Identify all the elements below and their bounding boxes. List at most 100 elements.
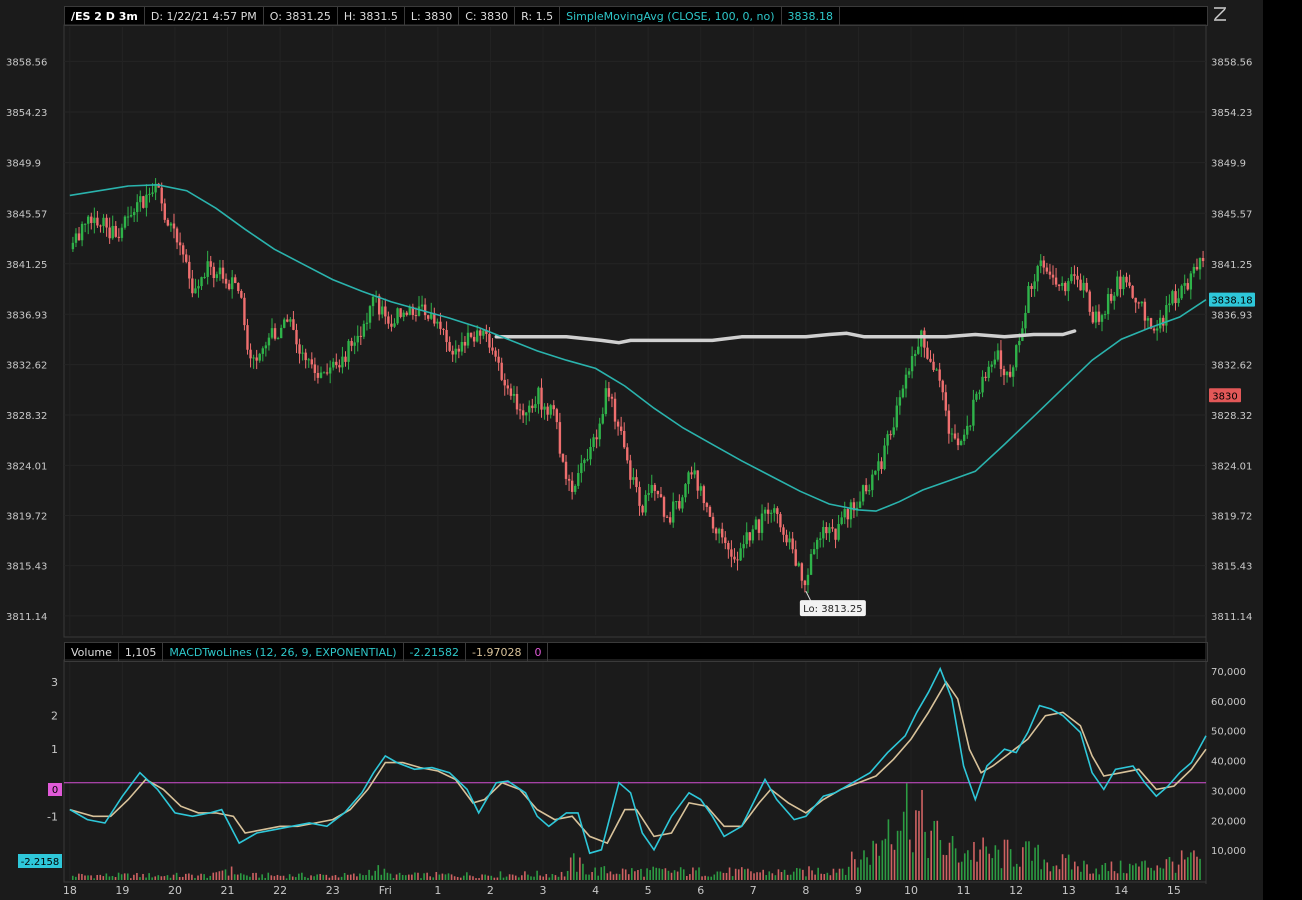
candle-body <box>163 203 166 220</box>
time-tick-label: 3 <box>539 884 546 897</box>
candle-body <box>188 261 191 279</box>
price-tick-label-left: 3854.23 <box>6 108 47 119</box>
candle-body <box>1027 286 1030 313</box>
volume-bar <box>722 872 725 880</box>
volume-bar <box>750 871 752 880</box>
volume-tick-label: 20,000 <box>1211 816 1246 827</box>
volume-bar <box>536 870 538 880</box>
candle-body <box>200 277 203 287</box>
candle-body <box>635 477 638 488</box>
low-callout: Lo: 3813.25 <box>799 590 866 617</box>
candle-body <box>295 329 298 345</box>
candle-body <box>531 405 534 409</box>
candle-body <box>521 410 525 416</box>
candle-body <box>895 405 898 428</box>
volume-bar <box>188 873 190 880</box>
volume-bar <box>389 873 392 880</box>
candle-body <box>215 274 219 279</box>
volume-bar <box>768 871 771 880</box>
volume-bar <box>661 869 664 880</box>
candle-body <box>874 470 877 475</box>
volume-bar <box>502 877 505 880</box>
volume-bar <box>579 857 581 880</box>
candle-body <box>849 502 853 520</box>
candle-body <box>947 410 951 434</box>
volume-tick-label: 40,000 <box>1211 757 1246 768</box>
current-macd-tag-text: -2.2158 <box>21 857 60 868</box>
zero-line-tag-text: 0 <box>52 785 58 796</box>
volume-bar <box>872 840 874 880</box>
volume-bar <box>539 875 541 880</box>
volume-bar <box>692 867 694 880</box>
volume-bar <box>832 868 835 880</box>
volume-bar <box>175 872 178 880</box>
candle-body <box>1079 279 1082 291</box>
candle-body <box>491 347 494 351</box>
volume-bar <box>982 837 984 880</box>
candle-body <box>999 350 1003 370</box>
candle-body <box>1131 285 1134 298</box>
time-tick-label: 8 <box>802 884 809 897</box>
volume-bar <box>1012 866 1015 880</box>
volume-bar <box>774 875 777 880</box>
candle-body <box>436 321 439 324</box>
volume-bar <box>1180 850 1183 880</box>
candle-body <box>742 544 745 549</box>
volume-bar <box>716 871 719 880</box>
volume-bar <box>615 873 618 880</box>
candle-body <box>623 431 626 448</box>
volume-bar <box>655 867 658 880</box>
candle-body <box>791 538 794 550</box>
price-tick-label-right: 3815.43 <box>1211 562 1252 573</box>
volume-bar <box>481 874 483 880</box>
candle-body <box>325 372 329 374</box>
candle-body <box>996 350 1000 360</box>
candle-body <box>788 538 791 543</box>
candle-body <box>178 242 182 246</box>
price-tick-label-right: 3819.72 <box>1211 512 1252 523</box>
volume-bar <box>1101 864 1104 880</box>
volume-bar <box>496 877 499 880</box>
volume-bar <box>719 871 722 880</box>
candle-body <box>482 330 485 336</box>
volume-bar <box>1165 859 1168 880</box>
volume-bar <box>1037 844 1039 880</box>
volume-bar <box>398 872 401 880</box>
candle-body <box>151 192 154 194</box>
candle-body <box>1152 328 1156 331</box>
volume-bar <box>624 869 627 880</box>
candle-body <box>809 554 813 575</box>
candle-body <box>871 474 874 491</box>
candle-body <box>546 406 549 415</box>
volume-bar <box>359 873 361 880</box>
candle-body <box>414 315 418 317</box>
candle-body <box>1033 281 1036 289</box>
volume-bar <box>411 874 413 880</box>
candle-body <box>1100 315 1104 322</box>
volume-bar <box>994 845 997 880</box>
candle-body <box>279 327 283 339</box>
volume-bar <box>737 869 740 880</box>
candle-body <box>448 342 451 351</box>
volume-bar <box>921 789 923 880</box>
volume-bar <box>942 854 945 880</box>
candle-body <box>218 267 222 275</box>
volume-bar <box>670 872 673 880</box>
candle-body <box>619 426 623 432</box>
candle-body <box>246 325 249 350</box>
volume-bar <box>337 877 340 880</box>
chart-canvas[interactable]: 3811.14 3811.14 3815.43 3815.43 3819.72 3819.… <box>0 0 1302 900</box>
volume-bar <box>594 867 596 880</box>
volume-bar <box>881 840 884 880</box>
candle-body <box>662 497 666 517</box>
candle-body <box>668 517 672 523</box>
volume-bar <box>267 872 270 880</box>
volume-bar <box>808 866 810 880</box>
volume-bar <box>197 875 199 880</box>
low-callout-text: Lo: 3813.25 <box>803 604 862 615</box>
volume-bar <box>838 868 841 880</box>
volume-bar <box>377 865 380 880</box>
drawn-level-line[interactable] <box>494 329 1077 345</box>
candle-body <box>724 537 727 544</box>
volume-bar <box>212 872 215 880</box>
